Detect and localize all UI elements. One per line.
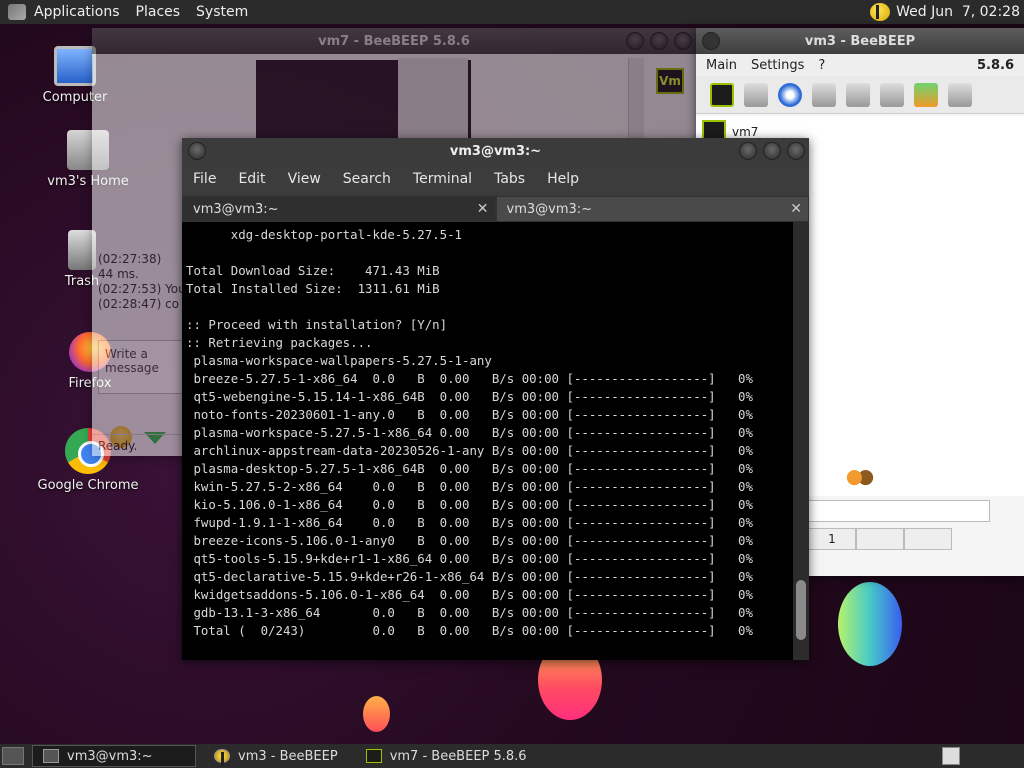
menu-applications[interactable]: Applications [26,4,128,20]
chat-line: 44 ms. [98,267,139,281]
vm7-titlebar[interactable]: vm7 - BeeBEEP 5.8.6 [92,28,696,54]
taskbar-label: vm3 - BeeBEEP [238,748,338,764]
vm-user-avatar[interactable]: Vm [656,68,684,94]
computer-icon [54,46,96,86]
vm3-menubar: Main Settings ? 5.8.6 [696,54,1024,76]
terminal-output[interactable]: xdg-desktop-portal-kde-5.27.5-1 Total Do… [182,222,793,660]
bottom-panel: vm3@vm3:~ vm3 - BeeBEEP vm7 - BeeBEEP 5.… [0,744,1024,768]
menu-edit[interactable]: Edit [238,171,265,187]
maximize-button[interactable] [650,32,668,50]
tab-1[interactable]: vm3@vm3:~ ✕ [182,196,496,222]
window-menu-button[interactable] [188,142,206,160]
terminal-window[interactable]: vm3@vm3:~ File Edit View Search Terminal… [182,138,809,660]
desktop-icon-label: Google Chrome [37,478,139,493]
chat-icon[interactable] [812,82,836,107]
beebeep-icon [214,749,230,766]
vm3-footer-buttons: 1 [808,528,952,550]
chat-line: (02:27:53) You [98,282,186,296]
window-title: vm7 - BeeBEEP 5.8.6 [318,33,470,49]
terminal-menubar: File Edit View Search Terminal Tabs Help [182,164,809,194]
workspace-switcher-icon[interactable] [942,747,960,765]
taskbar-label: vm3@vm3:~ [67,748,153,764]
menu-places[interactable]: Places [128,4,189,20]
groups-button[interactable] [856,528,904,550]
network-icon[interactable] [778,82,802,107]
menu-system[interactable]: System [188,4,256,20]
show-desktop-icon[interactable] [2,747,24,765]
menu-main[interactable]: Main [706,58,737,73]
search-input[interactable] [808,500,990,522]
user-status-icon[interactable] [710,82,734,107]
taskbar-item-vm3-beebeep[interactable]: vm3 - BeeBEEP [204,745,348,767]
minimize-button[interactable] [626,32,644,50]
menu-settings[interactable]: Settings [751,58,804,73]
top-panel: Applications Places System Wed Jun 7, 02… [0,0,1024,24]
menu-search[interactable]: Search [343,171,391,187]
vm-icon [365,749,382,763]
chat-history: (02:27:38) 44 ms. (02:27:53) You (02:28:… [98,252,186,312]
menu-help[interactable]: Help [547,171,579,187]
chat-line: (02:27:38) [98,252,162,266]
users-count-button[interactable]: 1 [808,528,856,550]
terminal-scrollbar[interactable] [793,222,809,660]
tab-label: vm3@vm3:~ [193,201,279,217]
maximize-button[interactable] [763,142,781,160]
window-title: vm3@vm3:~ [449,143,542,159]
minimize-button[interactable] [739,142,757,160]
taskbar-item-terminal[interactable]: vm3@vm3:~ [32,745,196,767]
user-name: vm7 [732,125,759,139]
menu-terminal[interactable]: Terminal [413,171,472,187]
group-users-icon[interactable] [846,468,874,492]
applications-menu-icon[interactable] [8,4,26,20]
vm3-titlebar[interactable]: vm3 - BeeBEEP [696,28,1024,54]
edit-profile-icon[interactable] [744,82,768,107]
trash-icon[interactable] [948,82,972,107]
wallpaper-blob-rainbow [838,582,902,666]
menu-tabs[interactable]: Tabs [494,171,525,187]
close-button[interactable] [787,142,805,160]
close-button[interactable] [674,32,692,50]
terminal-titlebar[interactable]: vm3@vm3:~ [182,138,809,164]
version-label: 5.8.6 [976,57,1014,73]
close-tab-icon[interactable]: ✕ [477,201,489,217]
chat-line: (02:28:47) co [98,297,180,311]
write-icon[interactable] [846,82,870,107]
vm3-toolbar [696,76,1024,114]
menu-file[interactable]: File [193,171,216,187]
tab-2[interactable]: vm3@vm3:~ ✕ [495,196,809,222]
taskbar-item-vm7-beebeep[interactable]: vm7 - BeeBEEP 5.8.6 [356,745,537,767]
file-transfer-icon[interactable] [914,82,938,107]
window-title: vm3 - BeeBEEP [804,33,916,49]
screen-share-preview-panel [398,58,468,148]
close-tab-icon[interactable]: ✕ [790,201,802,217]
clock[interactable]: Wed Jun 7, 02:28 [896,4,1020,20]
terminal-icon [43,749,59,763]
menu-help[interactable]: ? [818,58,825,73]
window-menu-button[interactable] [702,32,720,50]
beebeep-tray-icon[interactable] [870,3,891,21]
taskbar-label: vm7 - BeeBEEP 5.8.6 [389,748,527,764]
tools-icon[interactable] [880,82,904,107]
pin-button[interactable] [904,528,952,550]
terminal-tabs: vm3@vm3:~ ✕ vm3@vm3:~ ✕ [182,194,809,222]
tab-label: vm3@vm3:~ [506,201,593,217]
scrollbar-thumb[interactable] [796,580,806,640]
wallpaper-blob-small [363,696,390,732]
menu-view[interactable]: View [288,171,321,187]
